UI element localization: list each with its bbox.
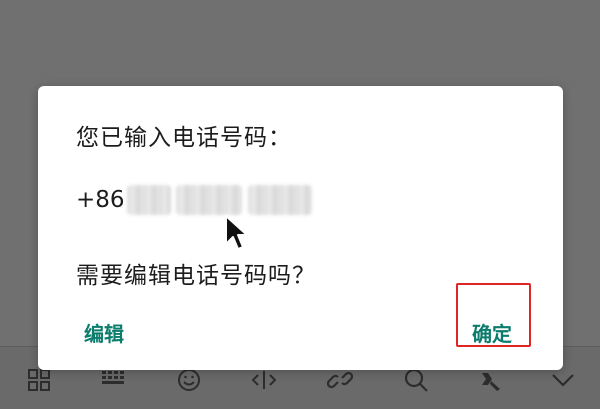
phone-prefix: +86 — [76, 187, 125, 213]
grid-icon[interactable] — [26, 367, 52, 393]
chevron-down-icon[interactable] — [550, 367, 576, 393]
emoji-icon[interactable] — [176, 367, 202, 393]
settings-icon[interactable] — [478, 367, 504, 393]
phone-confirm-dialog: 您已输入电话号码： +86 需要编辑电话号码吗？ 编辑 确定 — [38, 86, 563, 370]
keyboard-icon[interactable] — [100, 367, 126, 393]
highlight-box — [456, 283, 531, 347]
edit-button[interactable]: 编辑 — [84, 318, 124, 347]
blurred-phone-digits — [248, 185, 312, 215]
dialog-title: 您已输入电话号码： — [76, 125, 292, 151]
blurred-phone-digits — [127, 185, 171, 215]
search-icon[interactable] — [403, 367, 429, 393]
cursor-move-icon[interactable] — [251, 367, 277, 393]
screen: 您已输入电话号码： +86 需要编辑电话号码吗？ 编辑 确定 — [0, 0, 600, 409]
link-icon[interactable] — [327, 367, 353, 393]
blurred-phone-digits — [176, 185, 242, 215]
dialog-question: 需要编辑电话号码吗？ — [76, 263, 316, 289]
mouse-cursor-icon — [224, 214, 250, 252]
